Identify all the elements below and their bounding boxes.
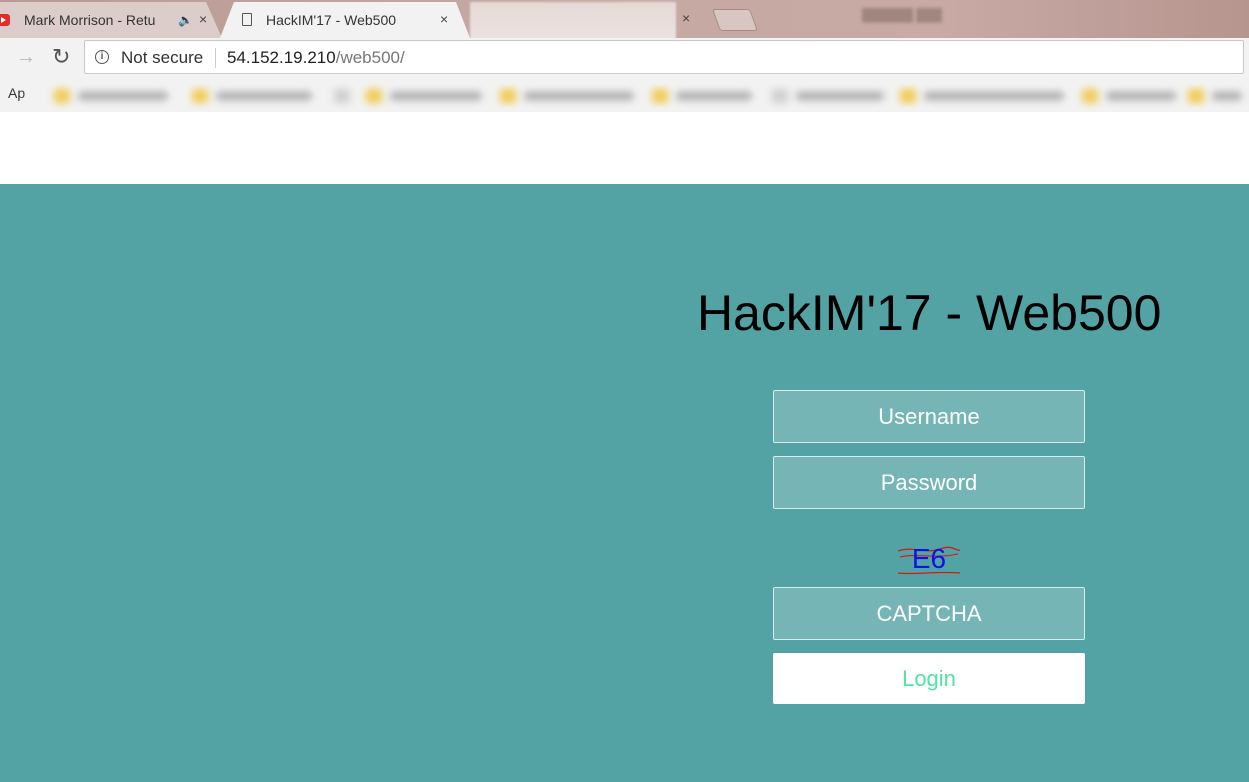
info-icon[interactable]: i xyxy=(95,50,109,64)
close-tab-icon[interactable]: × xyxy=(682,10,690,26)
login-button[interactable]: Login xyxy=(773,653,1085,704)
username-input[interactable] xyxy=(773,390,1085,443)
tab-strip: Mark Morrison - Retu 🔈 × HackIM'17 - Web… xyxy=(0,0,1249,44)
url-host: 54.152.19.210 xyxy=(227,48,336,67)
url-text[interactable]: 54.152.19.210/web500/ xyxy=(227,48,405,68)
captcha-image: E6 xyxy=(896,540,962,580)
new-tab-button[interactable] xyxy=(711,9,759,31)
divider xyxy=(215,48,216,68)
password-input[interactable] xyxy=(773,456,1085,509)
tab-youtube[interactable]: Mark Morrison - Retu 🔈 × xyxy=(0,2,222,38)
close-tab-icon[interactable]: × xyxy=(199,11,207,27)
bookmarks-bar: Ap xyxy=(0,78,1249,118)
close-tab-icon[interactable]: × xyxy=(440,11,448,27)
apps-bookmark[interactable]: Ap xyxy=(8,85,25,101)
youtube-icon xyxy=(0,14,10,26)
tab-hackim[interactable]: HackIM'17 - Web500 × xyxy=(220,2,470,38)
address-bar[interactable]: i Not secure 54.152.19.210/web500/ xyxy=(84,40,1244,74)
reload-icon[interactable]: ↻ xyxy=(52,44,70,70)
tab-label: Mark Morrison - Retu xyxy=(24,12,156,28)
speaker-icon[interactable]: 🔈 xyxy=(178,13,193,27)
page-title: HackIM'17 - Web500 xyxy=(697,285,1162,341)
captcha-input[interactable] xyxy=(773,587,1085,640)
document-icon xyxy=(242,13,252,26)
page-header-area xyxy=(0,112,1249,184)
browser-toolbar: → ↻ i Not secure 54.152.19.210/web500/ xyxy=(0,38,1249,78)
tab-label: HackIM'17 - Web500 xyxy=(266,12,397,28)
login-page: HackIM'17 - Web500 E6 Login xyxy=(0,184,1249,782)
window-title-blurred: ██████ ███ xyxy=(862,8,942,22)
forward-icon[interactable]: → xyxy=(16,46,36,69)
captcha-text: E6 xyxy=(911,543,947,574)
security-label[interactable]: Not secure xyxy=(121,48,203,68)
url-path: /web500/ xyxy=(335,48,405,67)
